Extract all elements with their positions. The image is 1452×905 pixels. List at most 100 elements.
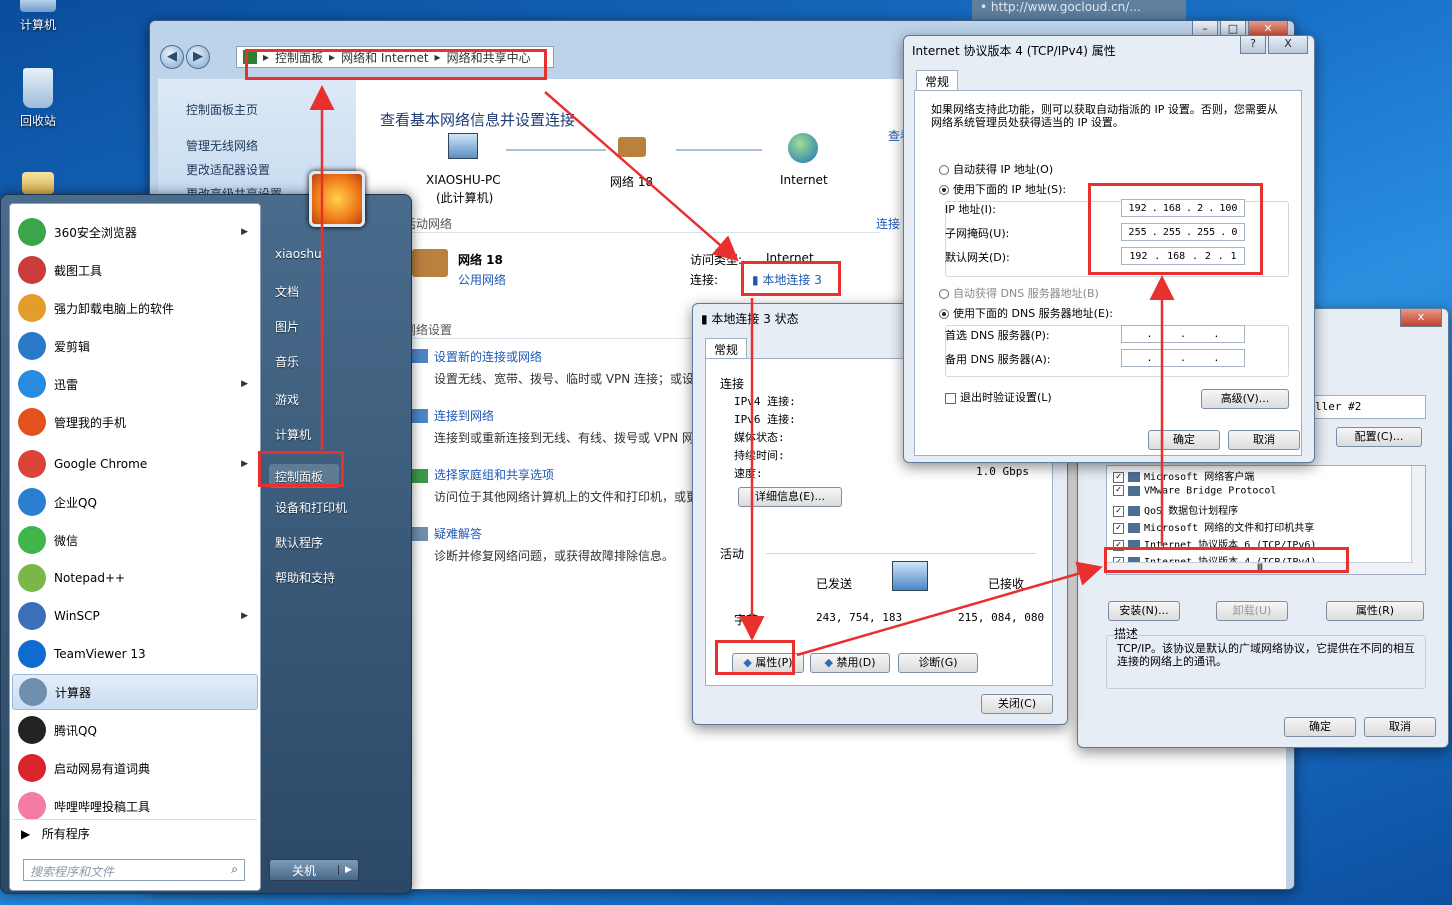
alternate-dns-input[interactable]: ... bbox=[1121, 349, 1245, 367]
program-label: 哔哩哔哩投稿工具 bbox=[54, 799, 151, 814]
start-devices-printers[interactable]: 设备和打印机 bbox=[275, 499, 347, 516]
connection-section-label: 连接 bbox=[720, 377, 745, 391]
component-item[interactable]: ✓ Microsoft 网络的文件和打印机共享 bbox=[1113, 519, 1314, 534]
preferred-dns-input[interactable]: ... bbox=[1121, 325, 1245, 343]
program-item[interactable]: 腾讯QQ bbox=[12, 712, 258, 748]
task-setup-connection[interactable]: 设置新的连接或网络 bbox=[434, 348, 542, 365]
user-avatar[interactable] bbox=[309, 171, 365, 227]
network-component-icon bbox=[1128, 506, 1140, 516]
help-button[interactable]: ? bbox=[1240, 36, 1266, 54]
program-icon bbox=[18, 256, 46, 284]
start-computer[interactable]: 计算机 bbox=[275, 426, 311, 443]
program-icon bbox=[18, 640, 46, 668]
program-label: 360安全浏览器 bbox=[54, 225, 137, 240]
program-label: 迅雷 bbox=[54, 377, 79, 392]
checkbox-icon[interactable]: ✓ bbox=[1113, 505, 1124, 517]
start-help-support[interactable]: 帮助和支持 bbox=[275, 569, 335, 586]
cancel-button[interactable]: 取消 bbox=[1364, 717, 1436, 737]
close-button[interactable]: x bbox=[1400, 309, 1442, 327]
program-item[interactable]: WinSCP ▶ bbox=[12, 598, 258, 634]
connect-link[interactable]: 连接 bbox=[876, 215, 900, 232]
component-properties-button[interactable]: 属性(R) bbox=[1326, 601, 1424, 621]
disable-button[interactable]: ◆ 禁用(D) bbox=[810, 653, 890, 673]
component-item[interactable]: ✓ Microsoft 网络客户端 bbox=[1113, 468, 1254, 483]
submenu-arrow-icon: ▶ bbox=[241, 459, 248, 469]
uninstall-button[interactable]: 卸载(U) bbox=[1216, 601, 1288, 621]
desktop-icon-computer[interactable]: 计算机 bbox=[8, 0, 68, 33]
validate-checkbox[interactable]: 退出时验证设置(L) bbox=[945, 389, 1052, 405]
program-item[interactable]: TeamViewer 13 bbox=[12, 636, 258, 672]
configure-button[interactable]: 配置(C)... bbox=[1336, 427, 1422, 447]
network-component-icon bbox=[1128, 485, 1140, 496]
program-icon bbox=[18, 488, 46, 516]
program-item[interactable]: 强力卸载电脑上的软件 bbox=[12, 290, 258, 326]
start-pictures[interactable]: 图片 bbox=[275, 318, 299, 335]
start-documents[interactable]: 文档 bbox=[275, 283, 299, 300]
start-user[interactable]: xiaoshu bbox=[275, 247, 322, 261]
task-troubleshoot[interactable]: 疑难解答 bbox=[434, 525, 482, 542]
all-programs[interactable]: ▶ 所有程序 bbox=[21, 825, 90, 842]
ok-button[interactable]: 确定 bbox=[1284, 717, 1356, 737]
program-item[interactable]: 爱剪辑 bbox=[12, 328, 258, 364]
close-button[interactable]: X bbox=[1268, 36, 1308, 54]
link-change-adapter-settings[interactable]: 更改适配器设置 bbox=[186, 161, 270, 178]
link-control-panel-home[interactable]: 控制面板主页 bbox=[186, 101, 258, 118]
auto-ip-radio[interactable]: 自动获得 IP 地址(O) bbox=[939, 161, 1053, 177]
component-item[interactable]: ✓ QoS 数据包计划程序 bbox=[1113, 502, 1238, 517]
map-network: 网络 18 bbox=[610, 175, 654, 189]
network-type-link[interactable]: 公用网络 bbox=[458, 271, 506, 288]
diagnose-button[interactable]: 诊断(G) bbox=[898, 653, 978, 673]
cancel-button[interactable]: 取消 bbox=[1228, 430, 1300, 450]
triangle-right-icon: ▶ bbox=[21, 827, 31, 841]
start-search-input[interactable]: 搜索程序和文件 ⌕ bbox=[23, 859, 245, 881]
manual-ip-radio[interactable]: 使用下面的 IP 地址(S): bbox=[939, 181, 1066, 197]
shutdown-options-icon[interactable]: ▶ bbox=[338, 865, 358, 875]
checkbox-icon[interactable]: ✓ bbox=[1113, 471, 1124, 483]
advanced-button[interactable]: 高级(V)... bbox=[1201, 389, 1289, 409]
program-item[interactable]: 360安全浏览器 ▶ bbox=[12, 214, 258, 250]
forward-button[interactable]: ▶ bbox=[186, 45, 210, 69]
start-default-programs[interactable]: 默认程序 bbox=[275, 534, 323, 551]
task-homegroup[interactable]: 选择家庭组和共享选项 bbox=[434, 466, 554, 483]
task-desc: 诊断并修复网络问题，或获得故障排除信息。 bbox=[434, 549, 675, 563]
details-button[interactable]: 详细信息(E)... bbox=[738, 487, 842, 507]
tab-general[interactable]: 常规 bbox=[705, 338, 748, 358]
map-line bbox=[676, 149, 762, 151]
install-button[interactable]: 安装(N)... bbox=[1108, 601, 1180, 621]
checkbox-icon[interactable]: ✓ bbox=[1113, 522, 1124, 534]
access-type-label: 访问类型: bbox=[690, 253, 743, 267]
program-item[interactable]: 管理我的手机 bbox=[12, 404, 258, 440]
tab-general[interactable]: 常规 bbox=[916, 70, 959, 90]
program-item[interactable]: 启动网易有道词典 bbox=[12, 750, 258, 786]
link-manage-wireless[interactable]: 管理无线网络 bbox=[186, 137, 258, 154]
program-item[interactable]: Notepad++ bbox=[12, 560, 258, 596]
program-item[interactable]: 迅雷 ▶ bbox=[12, 366, 258, 402]
program-item[interactable]: 截图工具 bbox=[12, 252, 258, 288]
desktop-icon-recycle-bin[interactable]: 回收站 bbox=[8, 68, 68, 129]
vertical-scrollbar[interactable] bbox=[1411, 466, 1425, 574]
submenu-arrow-icon: ▶ bbox=[241, 379, 248, 389]
ok-button[interactable]: 确定 bbox=[1148, 430, 1220, 450]
search-placeholder: 搜索程序和文件 bbox=[30, 865, 115, 879]
manual-dns-radio[interactable]: 使用下面的 DNS 服务器地址(E): bbox=[939, 305, 1113, 321]
program-item[interactable]: Google Chrome ▶ bbox=[12, 446, 258, 482]
program-item[interactable]: 微信 bbox=[12, 522, 258, 558]
start-games[interactable]: 游戏 bbox=[275, 391, 299, 408]
program-item[interactable]: 企业QQ bbox=[12, 484, 258, 520]
component-item[interactable]: ✓ VMware Bridge Protocol bbox=[1113, 485, 1276, 497]
task-connect-network[interactable]: 连接到网络 bbox=[434, 407, 494, 424]
submenu-arrow-icon: ▶ bbox=[241, 611, 248, 621]
globe-icon bbox=[788, 133, 818, 163]
program-label: 计算器 bbox=[55, 685, 92, 700]
checkbox-icon[interactable]: ✓ bbox=[1113, 485, 1124, 496]
bytes-sent: 243, 754, 183 bbox=[816, 611, 903, 624]
shutdown-button[interactable]: 关机 ▶ bbox=[269, 859, 359, 881]
map-pc-name: XIAOSHU-PC bbox=[426, 173, 501, 187]
auto-dns-radio[interactable]: 自动获得 DNS 服务器地址(B) bbox=[939, 285, 1099, 301]
back-button[interactable]: ◀ bbox=[160, 45, 184, 69]
start-music[interactable]: 音乐 bbox=[275, 353, 299, 370]
program-item[interactable]: 计算器 bbox=[12, 674, 258, 710]
program-label: 截图工具 bbox=[54, 263, 103, 278]
close-dialog-button[interactable]: 关闭(C) bbox=[981, 694, 1053, 714]
highlight-control-panel bbox=[258, 451, 344, 487]
